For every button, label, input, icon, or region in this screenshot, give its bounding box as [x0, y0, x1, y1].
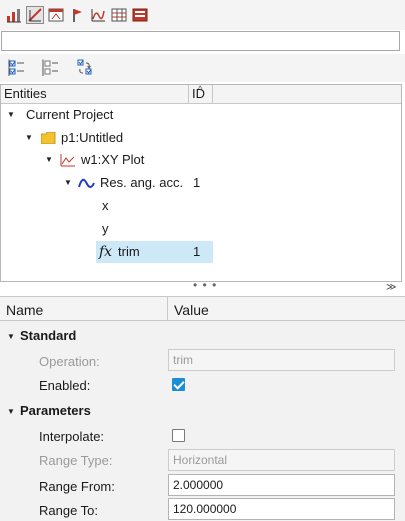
interpolate-checkbox[interactable]	[172, 429, 185, 442]
interpolate-label: Interpolate:	[39, 429, 105, 444]
tree-row-label: Res. ang. acc.	[100, 175, 184, 190]
tree-row-label: x	[102, 198, 109, 213]
tree-row-trim[interactable]: fx trim 1	[96, 241, 213, 263]
expand-caret-icon[interactable]: ▼	[7, 407, 15, 416]
tree-row-y[interactable]: y	[1, 218, 213, 240]
tree-row-label: w1:XY Plot	[81, 152, 145, 167]
range-type-label: Range Type:	[39, 453, 113, 468]
entity-tree: Entities ID ^ ▼ Current Project ▼ p1:Unt…	[0, 84, 402, 282]
report-icon[interactable]	[131, 6, 149, 24]
enabled-label: Enabled:	[39, 378, 91, 393]
operation-label: Operation:	[39, 354, 100, 369]
tree-row-current-project[interactable]: ▼ Current Project	[1, 104, 213, 126]
sort-indicator-icon: ^	[198, 84, 203, 94]
curve-icon	[78, 178, 95, 188]
tree-row-id: 1	[193, 244, 201, 259]
plot-create-icon[interactable]	[5, 6, 23, 24]
xy-plot-icon	[60, 154, 75, 167]
tree-row-label: p1:Untitled	[61, 130, 124, 145]
table-grid-icon[interactable]	[110, 6, 128, 24]
tree-header: Entities ID ^	[1, 84, 401, 104]
expand-caret-icon[interactable]: ▼	[7, 104, 15, 126]
folder-icon	[41, 132, 56, 144]
expand-caret-icon[interactable]: ▼	[64, 172, 72, 194]
tree-row-page[interactable]: ▼ p1:Untitled	[1, 127, 213, 149]
invert-selection-icon[interactable]	[75, 58, 95, 78]
tree-row-window[interactable]: ▼ w1:XY Plot	[1, 149, 213, 171]
tree-row-label: y	[102, 221, 109, 236]
deselect-icon[interactable]	[41, 58, 61, 78]
range-to-input[interactable]: 120.000000	[168, 498, 395, 520]
column-header-name[interactable]: Name	[0, 297, 168, 320]
tree-row-id: 1	[193, 175, 201, 190]
range-type-field: Horizontal	[168, 449, 395, 471]
tree-row-label: Current Project	[26, 107, 114, 122]
property-panel: Name Value ▼ Standard Operation: trim En…	[0, 296, 405, 521]
enabled-checkbox[interactable]	[172, 378, 185, 391]
curve-edit-icon[interactable]	[26, 6, 44, 24]
tree-row-label: trim	[118, 244, 140, 259]
range-to-label: Range To:	[39, 503, 99, 518]
column-header-value[interactable]: Value	[168, 297, 405, 320]
tree-row-curve[interactable]: ▼ Res. ang. acc. 1	[1, 172, 213, 194]
expand-caret-icon[interactable]: ▼	[45, 149, 53, 171]
column-header-id[interactable]: ID ^	[189, 84, 213, 103]
section-standard[interactable]: ▼ Standard	[0, 324, 405, 349]
section-label: Parameters	[20, 403, 91, 418]
range-from-label: Range From:	[39, 479, 115, 494]
main-toolbar	[0, 0, 405, 30]
fx-icon: fx	[99, 244, 113, 260]
range-from-input[interactable]: 2.000000	[168, 474, 395, 496]
property-header: Name Value	[0, 297, 405, 321]
math-function-icon[interactable]	[89, 6, 107, 24]
section-parameters[interactable]: ▼ Parameters	[0, 399, 405, 424]
filter-input[interactable]	[1, 31, 400, 51]
panel-splitter-handle[interactable]: • • •	[193, 279, 217, 291]
expand-caret-icon[interactable]: ▼	[7, 332, 15, 341]
tree-row-x[interactable]: x	[1, 195, 213, 217]
section-label: Standard	[20, 328, 77, 343]
collapse-panel-icon[interactable]: ≫	[386, 283, 396, 293]
selection-toolbar	[0, 54, 405, 82]
operation-field: trim	[168, 349, 395, 371]
column-header-entities[interactable]: Entities	[1, 85, 189, 103]
window-layout-icon[interactable]	[47, 6, 65, 24]
expand-caret-icon[interactable]: ▼	[25, 127, 33, 149]
select-all-icon[interactable]	[7, 58, 27, 78]
marker-pin-icon[interactable]	[68, 6, 86, 24]
